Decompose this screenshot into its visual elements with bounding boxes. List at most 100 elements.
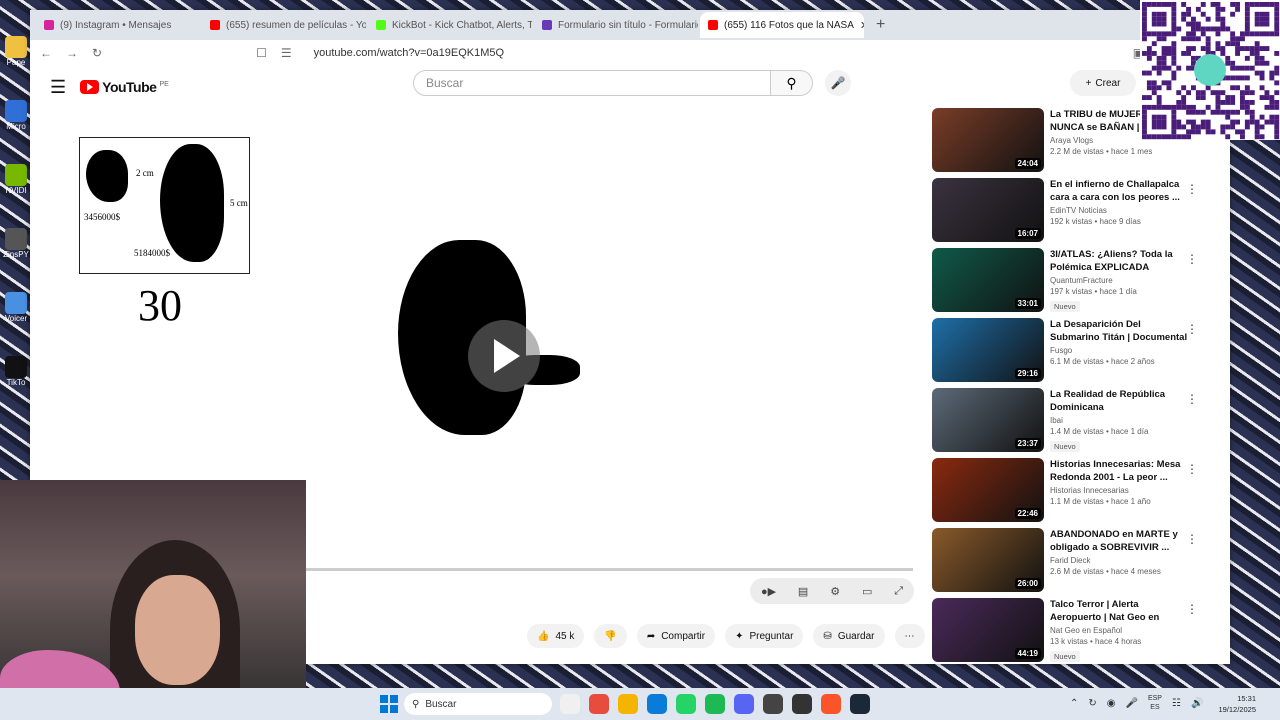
channel-name[interactable]: QuantumFracture [1050,276,1190,285]
taskbar-app-icon[interactable] [792,694,812,714]
video-title[interactable]: La Realidad de República Dominicana [1050,388,1190,414]
taskbar-app-icon[interactable] [647,694,667,714]
browser-tab[interactable]: (655) 116 Fotos que la NASA ✕ [700,12,864,38]
desktop-icon[interactable]: NVIDI [0,158,32,222]
settings-icon[interactable]: ⚙ [830,585,840,598]
taskbar-app-icon[interactable] [589,694,609,714]
taskbar-app-icon[interactable] [734,694,754,714]
chevron-up-icon[interactable]: ⌃ [1070,698,1078,709]
sync-icon[interactable]: ↻ [1088,698,1096,709]
video-thumbnail[interactable]: 44:19 [932,598,1044,662]
qr-module [1244,16,1250,22]
taskbar-app-icon[interactable] [676,694,696,714]
taskbar-app-icon[interactable] [618,694,638,714]
video-title[interactable]: Talco Terror | Alerta Aeropuerto | Nat G… [1050,598,1190,624]
language-indicator[interactable]: ESP ES [1148,694,1162,712]
search-input[interactable]: Buscar [413,70,771,96]
taskbar-app-icon[interactable] [850,694,870,714]
desktop-icon[interactable]: ZinsPY [0,222,32,286]
channel-name[interactable]: Historias Innecesarias [1050,486,1190,495]
youtube-logo[interactable]: YouTube PE [80,79,169,95]
video-meta: 6.1 M de vistas • hace 2 años [1050,357,1155,366]
video-thumbnail[interactable]: 26:00 [932,528,1044,592]
bookmark-icon[interactable]: ☐ [256,46,267,60]
video-title[interactable]: La Desaparición Del Submarino Titán | Do… [1050,318,1190,344]
recommended-video[interactable]: 44:19 Talco Terror | Alerta Aeropuerto | … [932,598,1208,667]
play-button[interactable] [468,320,540,392]
back-icon[interactable]: ← [40,46,52,60]
more-options-icon[interactable]: ⋮ [1186,392,1198,406]
desktop-icon[interactable]: Micro [0,94,32,158]
site-info-icon[interactable]: ☰ [281,46,292,60]
channel-name[interactable]: EdinTV Noticias [1050,206,1190,215]
browser-tab[interactable]: (9) Instagram • Mensajes [36,12,200,38]
new-tab-icon[interactable]: + [866,16,895,34]
frame-label-b: 3456000$ [84,212,120,222]
browser-tab[interactable]: Formulario sin título - Formularios de [534,12,698,38]
video-title[interactable]: 3I/ATLAS: ¿Aliens? Toda la Polémica EXPL… [1050,248,1190,274]
video-thumbnail[interactable]: 16:07 [932,178,1044,242]
subtitles-icon[interactable]: ▤ [798,585,808,598]
theater-mode-icon[interactable]: ▭ [862,585,872,598]
more-options-icon[interactable]: ⋮ [1186,322,1198,336]
wifi-icon[interactable]: ☷ [1172,698,1181,709]
channel-name[interactable]: Ibai [1050,416,1190,425]
desktop-icon[interactable]: Voicer [0,286,32,350]
taskbar-app-icon[interactable] [763,694,783,714]
desktop-icon[interactable]: Pape [0,30,32,94]
share-button[interactable]: ➦ Compartir [636,624,716,648]
forward-icon[interactable]: → [66,46,78,60]
autoplay-toggle-icon[interactable]: ●▶ [761,585,776,598]
taskbar-search[interactable]: ⚲ Buscar [404,693,552,715]
browser-tab[interactable]: KickBot - Kick Chatbot, Alerts, TTS, O [368,12,532,38]
channel-name[interactable]: Fusgo [1050,346,1190,355]
create-button[interactable]: + Crear [1070,70,1136,96]
menu-icon[interactable]: ☰ [50,77,66,98]
channel-name[interactable]: Nat Geo en Español [1050,626,1190,635]
more-options-icon[interactable]: ⋮ [1186,462,1198,476]
recommended-video[interactable]: 22:46 Historias Innecesarias: Mesa Redond… [932,458,1208,527]
search-button[interactable]: ⚲ [771,70,813,96]
recommended-video[interactable]: 29:16 La Desaparición Del Submarino Titán… [932,318,1208,387]
recommended-video[interactable]: 26:00 ABANDONADO en MARTE y obligado a SO… [932,528,1208,597]
taskbar-app-icon[interactable] [560,694,580,714]
ask-button[interactable]: ✦ Preguntar [725,624,804,648]
fullscreen-icon[interactable]: ⤢ [894,585,903,598]
more-options-icon[interactable]: ⋮ [1186,532,1198,546]
recommended-video[interactable]: 23:37 La Realidad de República Dominicana… [932,388,1208,457]
clock[interactable]: 15:31 19/12/2025 [1218,693,1256,715]
more-options-icon[interactable]: ⋮ [1186,252,1198,266]
browser-tab[interactable]: (655) resumen de películas - YouTub [202,12,366,38]
video-thumbnail[interactable]: 24:04 [932,108,1044,172]
more-options-icon[interactable]: ⋮ [1186,602,1198,616]
desktop-icon[interactable]: TikTo [0,350,32,414]
more-actions-button[interactable]: ⋯ [894,624,925,648]
taskbar-app-icon[interactable] [705,694,725,714]
video-thumbnail[interactable]: 29:16 [932,318,1044,382]
dislike-button[interactable]: 👎 [594,624,627,648]
save-button[interactable]: ⛁ Guardar [813,624,885,648]
start-button[interactable] [380,695,398,713]
more-options-icon[interactable]: ⋮ [1186,182,1198,196]
mic-icon[interactable]: 🎤 [1126,698,1138,709]
progress-bar[interactable] [305,568,913,571]
app-icon [5,228,27,250]
like-button[interactable]: 👍 45 k [527,624,585,648]
url-text[interactable]: youtube.com/watch?v=0a19EQK1M5Q [314,47,504,59]
close-tab-icon[interactable]: ✕ [860,19,864,32]
recommended-video[interactable]: 33:01 3I/ATLAS: ¿Aliens? Toda la Polémica… [932,248,1208,317]
video-title[interactable]: ABANDONADO en MARTE y obligado a SOBREVI… [1050,528,1190,554]
volume-icon[interactable]: 🔊 [1191,698,1203,709]
video-thumbnail[interactable]: 23:37 [932,388,1044,452]
voice-search-button[interactable]: 🎤 [825,70,851,96]
video-title[interactable]: En el infierno de Challapalca cara a car… [1050,178,1190,204]
video-thumbnail[interactable]: 33:01 [932,248,1044,312]
taskbar-app-icon[interactable] [821,694,841,714]
recommended-video[interactable]: 16:07 En el infierno de Challapalca cara … [932,178,1208,247]
qr-module [1151,21,1157,27]
video-thumbnail[interactable]: 22:46 [932,458,1044,522]
video-title[interactable]: Historias Innecesarias: Mesa Redonda 200… [1050,458,1190,484]
channel-name[interactable]: Farid Dieck [1050,556,1190,565]
reload-icon[interactable]: ↻ [92,46,102,60]
network-icon[interactable]: ◉ [1107,698,1116,709]
